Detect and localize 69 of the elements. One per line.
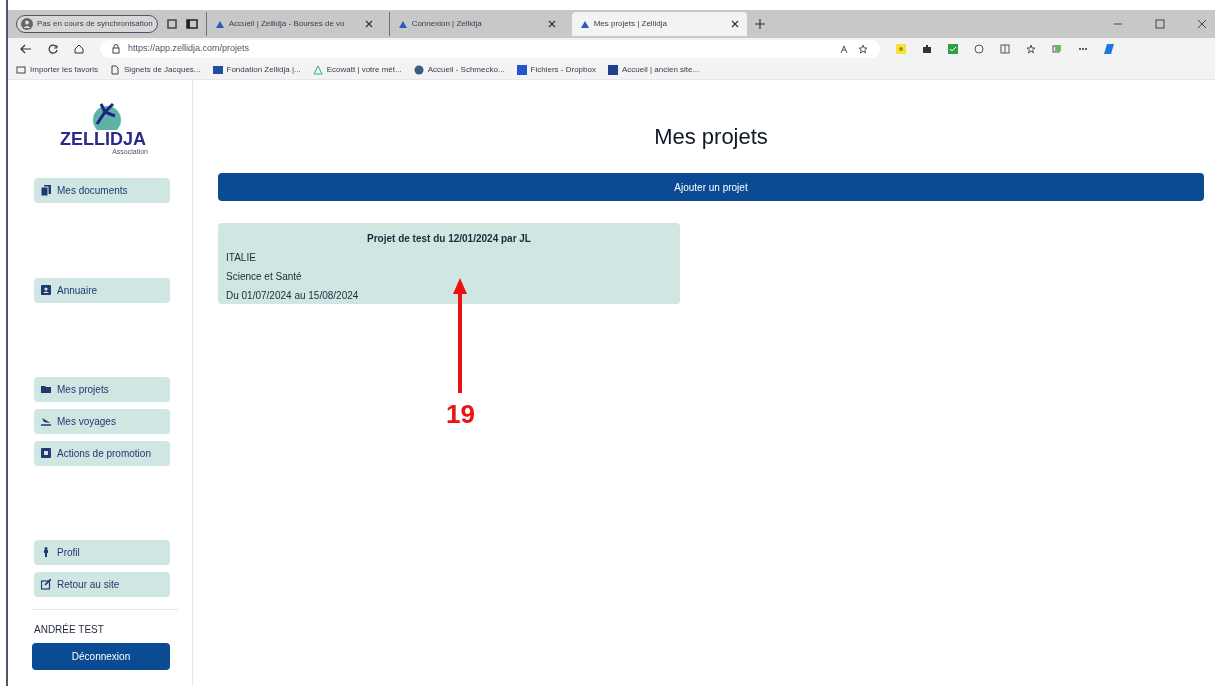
address-bar[interactable]: https://app.zellidja.com/projets (100, 40, 880, 58)
checkbox-icon[interactable] (948, 44, 958, 54)
new-tab-icon[interactable] (754, 19, 765, 29)
browser-tab[interactable]: Mes projets | Zellidja (571, 12, 747, 36)
star-icon[interactable] (858, 44, 868, 54)
browser-tab[interactable]: Connexion | Zellidja (388, 12, 564, 36)
profile-button[interactable]: Pas en cours de synchronisation (16, 15, 158, 33)
bookmark-link[interactable]: Fichiers - Dropbox (516, 63, 596, 76)
collections-icon[interactable] (1052, 44, 1062, 54)
project-country: ITALIE (226, 251, 257, 265)
tab-sidebar-icon[interactable] (185, 18, 198, 30)
nav-button[interactable]: Retour au site (34, 572, 170, 597)
person-icon (21, 18, 33, 30)
nav-button[interactable]: Annuaire (34, 278, 170, 303)
bookmark-favicon-icon (110, 64, 121, 75)
annotation-label: 19 (446, 398, 475, 431)
plane-landing-icon (41, 416, 51, 427)
page-title: Mes projets (653, 123, 769, 151)
browser-tab[interactable]: Accueil | Zellidja - Bourses de vo (205, 12, 381, 36)
bookmark-link[interactable]: Accueil | ancien site... (607, 63, 700, 76)
nav-button[interactable]: Actions de promotion (34, 441, 170, 466)
folder-icon (41, 384, 51, 395)
split-screen-icon[interactable] (1000, 44, 1010, 54)
logo-wordmark: ZELLIDJA (60, 130, 146, 148)
close-icon[interactable] (364, 20, 373, 28)
project-title: Projet de test du 12/01/2024 par JL (366, 232, 532, 246)
edit-icon (41, 579, 51, 590)
square-icon (41, 448, 51, 459)
bookmark-link[interactable]: Accueil - Schmecko... (413, 63, 505, 76)
bookmark-favicon-icon (212, 64, 223, 75)
bookmark-favicon-icon (16, 64, 26, 75)
lock-icon (112, 44, 120, 54)
logout-button[interactable]: Déconnexion (32, 643, 170, 670)
bookmark-link[interactable]: Ecowatt | votre mét... (312, 63, 402, 76)
bookmark-link[interactable]: Importer les favoris (16, 63, 99, 76)
bookmark-link[interactable]: Fondation Zellidja |... (212, 63, 301, 76)
nav-button[interactable]: Mes voyages (34, 409, 170, 434)
tab-actions-icon[interactable] (165, 18, 178, 30)
person-icon (41, 547, 51, 558)
user-name: ANDRÉE TEST (34, 622, 105, 637)
bookmark-favicon-icon (516, 64, 527, 75)
close-window-icon[interactable] (1197, 19, 1207, 29)
circle-icon[interactable] (974, 44, 984, 54)
close-icon[interactable] (547, 20, 556, 28)
site-favicon-icon (397, 19, 408, 29)
refresh-icon[interactable] (48, 44, 58, 54)
bookmark-link[interactable]: Signets de Jacques... (110, 63, 201, 76)
bookmark-favicon-icon (413, 64, 424, 75)
contact-card-icon (41, 285, 51, 296)
project-theme: Science et Santé (226, 270, 303, 284)
close-icon[interactable] (730, 20, 739, 28)
documents-icon (41, 185, 51, 196)
home-icon[interactable] (74, 44, 84, 54)
copilot-icon[interactable] (1104, 44, 1114, 54)
extension-icon[interactable] (896, 44, 906, 54)
project-dates: Du 01/07/2024 au 15/08/2024 (226, 289, 360, 303)
site-favicon-icon (214, 19, 225, 29)
favorites-icon[interactable] (1026, 44, 1036, 54)
bookmark-favicon-icon (607, 64, 618, 75)
nav-button[interactable]: Mes projets (34, 377, 170, 402)
site-favicon-icon (579, 19, 590, 29)
nav-button[interactable]: Mes documents (34, 178, 170, 203)
maximize-icon[interactable] (1155, 19, 1165, 29)
bookmark-favicon-icon (312, 64, 323, 75)
nav-button[interactable]: Profil (34, 540, 170, 565)
project-card[interactable]: Projet de test du 12/01/2024 par JL ITALIE Science et Santé Du 01/07/2024 au 15/08/2024 (218, 223, 680, 304)
back-arrow-icon[interactable] (20, 44, 32, 54)
read-aloud-icon[interactable] (840, 44, 850, 54)
add-project-button[interactable]: Ajouter un projet (218, 173, 1204, 201)
